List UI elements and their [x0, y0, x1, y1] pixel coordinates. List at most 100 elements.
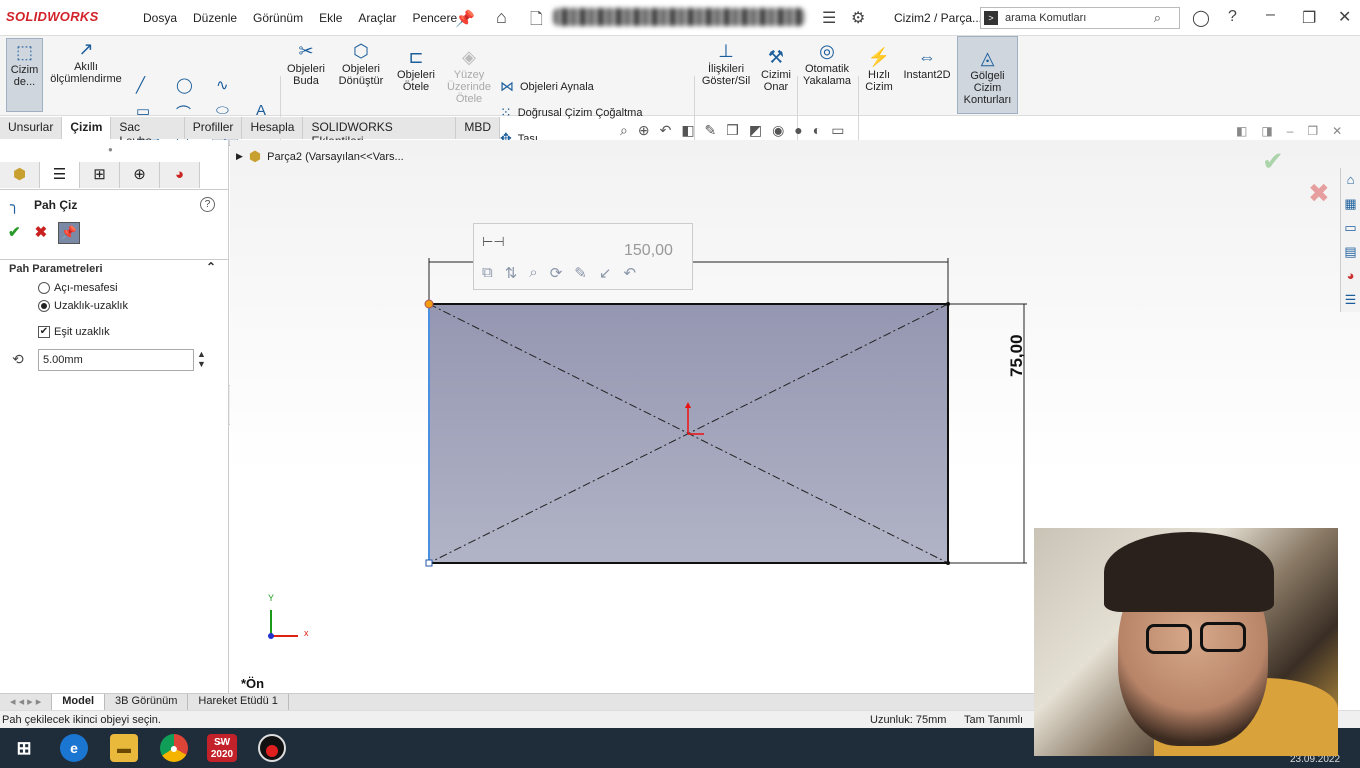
menu-edit[interactable]: Düzenle — [185, 11, 245, 25]
zoom-area-icon[interactable]: ⊕ — [638, 122, 650, 139]
feature-manager-tab-icon[interactable]: ⬢ — [0, 162, 40, 188]
close-icon[interactable]: ✕ — [1338, 7, 1351, 27]
ok-button[interactable]: ✔ — [8, 223, 21, 241]
menu-file[interactable]: Dosya — [135, 11, 185, 25]
resources-icon[interactable]: ⌂ — [1341, 168, 1360, 192]
sketch-exit-button[interactable]: ⬚ Cizim de... — [6, 38, 43, 112]
quick-snaps-button[interactable]: ◎ Otomatik Yakalama — [800, 42, 854, 87]
windows-start-icon[interactable]: ⊞ — [10, 734, 38, 762]
tab-profiles[interactable]: Profiller — [184, 117, 243, 139]
restore-icon[interactable]: ❐ — [1302, 8, 1316, 28]
edge-icon[interactable]: e — [60, 734, 88, 762]
appearance-icon[interactable]: ● — [794, 122, 802, 139]
tile-left-icon[interactable]: ◧ — [1236, 124, 1247, 138]
file-explorer-icon[interactable]: ▭ — [1341, 216, 1360, 240]
distance-spinner[interactable]: ▲ ▼ — [197, 349, 206, 369]
minimize-icon[interactable]: – — [1266, 6, 1275, 24]
design-library-icon[interactable]: ▦ — [1341, 192, 1360, 216]
solidworks-taskbar-icon[interactable]: S̶W 2020 — [207, 734, 237, 762]
line-icon[interactable]: ╱ — [136, 76, 145, 94]
gear-icon[interactable]: ⚙ — [851, 8, 865, 28]
keep-visible-pin-button[interactable]: 📌 — [58, 222, 80, 244]
distance-distance-radio[interactable] — [38, 300, 50, 312]
repair-sketch-button[interactable]: ⚒ Cizimi Onar — [758, 48, 794, 93]
reverse-icon[interactable]: ⇅ — [505, 264, 518, 282]
tab-sheet-metal[interactable]: Sac Levha — [111, 117, 185, 148]
sketch-dim-icon[interactable]: ↙ — [599, 264, 612, 282]
sketch-point[interactable] — [946, 561, 950, 565]
scene-icon[interactable]: ◐ — [813, 122, 821, 139]
help-icon[interactable]: ? — [1228, 8, 1237, 26]
options-list-icon[interactable]: ☰ — [822, 8, 836, 28]
tab-sketch[interactable]: Çizim — [62, 117, 112, 139]
monitor-icon[interactable]: ▭ — [831, 122, 844, 139]
view-orientation-icon[interactable]: ❒ — [726, 122, 739, 139]
configuration-manager-tab-icon[interactable]: ⊞ — [80, 162, 120, 188]
tab-mbd[interactable]: MBD — [456, 117, 500, 139]
mark-icon[interactable]: ✎ — [574, 264, 587, 282]
search-input[interactable]: > arama Komutları ⌕ — [980, 7, 1180, 29]
zoom-icon[interactable]: ⌕ — [529, 264, 537, 282]
custom-properties-icon[interactable]: ☰ — [1341, 288, 1360, 312]
sketch-point[interactable] — [425, 559, 433, 567]
pin-icon[interactable]: 📌 — [455, 9, 475, 29]
tab-features[interactable]: Unsurlar — [0, 117, 63, 139]
angle-distance-radio[interactable] — [38, 282, 50, 294]
chrome-icon[interactable]: ● — [160, 734, 188, 762]
vertical-dimension-value[interactable]: 75,00 — [1007, 334, 1026, 377]
horizontal-dimension-value[interactable]: 150,00 — [624, 242, 673, 260]
file-explorer-taskbar-icon[interactable]: ▬ — [110, 734, 138, 762]
instant2d-button[interactable]: ⇔ Instant2D — [900, 48, 954, 81]
doc-close-icon[interactable]: ✕ — [1332, 124, 1342, 138]
trim-button[interactable]: ✂ Objeleri Buda — [284, 42, 328, 87]
undo-icon[interactable]: ↶ — [623, 264, 636, 282]
sketch-point[interactable] — [946, 302, 950, 306]
confirm-ok-icon[interactable]: ✔ — [1262, 146, 1284, 177]
cancel-button[interactable]: ✖ — [35, 223, 48, 241]
tab-3d-views[interactable]: 3B Görünüm — [105, 694, 189, 710]
smart-dimension-button[interactable]: ↗ Akıllı ölçümlendirme — [48, 40, 124, 85]
relations-button[interactable]: ⊥ İlişkileri Göster/Sil — [700, 42, 752, 87]
user-icon[interactable]: ◯ — [1192, 8, 1210, 28]
circle-icon[interactable]: ◯ — [176, 76, 193, 94]
tab-scroll-arrows[interactable]: ◂ ◂ ▸ ▸ — [0, 694, 53, 710]
view-palette-icon[interactable]: ▤ — [1341, 240, 1360, 264]
appearances-icon[interactable]: ◕ — [1341, 264, 1360, 288]
home-icon[interactable]: ⌂ — [496, 7, 507, 28]
doc-minimize-icon[interactable]: – — [1287, 124, 1294, 138]
linear-pattern-button[interactable]: ⁙ Doğrusal Çizim Çoğaltma — [500, 104, 642, 121]
sketch-point[interactable] — [424, 299, 434, 309]
tab-model[interactable]: Model — [52, 694, 106, 710]
previous-view-icon[interactable]: ↶ — [660, 122, 672, 139]
section-view-icon[interactable]: ◧ — [681, 122, 694, 139]
search-icon[interactable]: ⌕ — [1154, 10, 1161, 26]
menu-insert[interactable]: Ekle — [311, 11, 350, 25]
equal-distance-checkbox[interactable]: ✔ — [38, 326, 50, 338]
recorder-icon[interactable] — [258, 734, 286, 762]
zoom-fit-icon[interactable]: ⌕ — [620, 122, 628, 139]
display-manager-tab-icon[interactable]: ◕ — [160, 162, 200, 188]
mirror-button[interactable]: ⋈ Objeleri Aynala — [500, 78, 594, 95]
display-style-icon[interactable]: ◩ — [749, 122, 762, 139]
surface-offset-button[interactable]: ◈ Yüzey Üzerinde Ötele — [444, 48, 494, 105]
dimxpert-tab-icon[interactable]: ⊕ — [120, 162, 160, 188]
property-manager-tab-icon[interactable]: ☰ — [40, 162, 80, 188]
new-document-icon[interactable]: 🗋 — [530, 8, 543, 35]
spline-icon[interactable]: ∿ — [216, 76, 229, 94]
confirm-cancel-icon[interactable]: ✖ — [1308, 178, 1330, 209]
offset-button[interactable]: ⊏ Objeleri Ötele — [394, 48, 438, 93]
distance-input[interactable]: 5.00mm — [38, 349, 194, 371]
tile-right-icon[interactable]: ◨ — [1261, 124, 1272, 138]
dynamic-annotation-icon[interactable]: ✎ — [705, 122, 717, 139]
collapse-chevron-icon[interactable]: ⌃ — [206, 260, 216, 274]
panel-grip-icon[interactable]: ● — [108, 145, 113, 154]
menu-view[interactable]: Görünüm — [245, 11, 311, 25]
doc-restore-icon[interactable]: ❐ — [1307, 124, 1318, 138]
convert-button[interactable]: ⬡ Objeleri Dönüştür — [334, 42, 388, 87]
tab-motion-study[interactable]: Hareket Etüdü 1 — [188, 694, 289, 710]
shaded-contours-button[interactable]: ◬ Gölgeli Cizim Konturları — [957, 36, 1018, 114]
tab-evaluate[interactable]: Hesapla — [242, 117, 304, 139]
hide-show-icon[interactable]: ◉ — [772, 122, 784, 139]
rapid-sketch-button[interactable]: ⚡ Hızlı Cizim — [862, 48, 896, 93]
menu-tools[interactable]: Araçlar — [350, 11, 404, 25]
